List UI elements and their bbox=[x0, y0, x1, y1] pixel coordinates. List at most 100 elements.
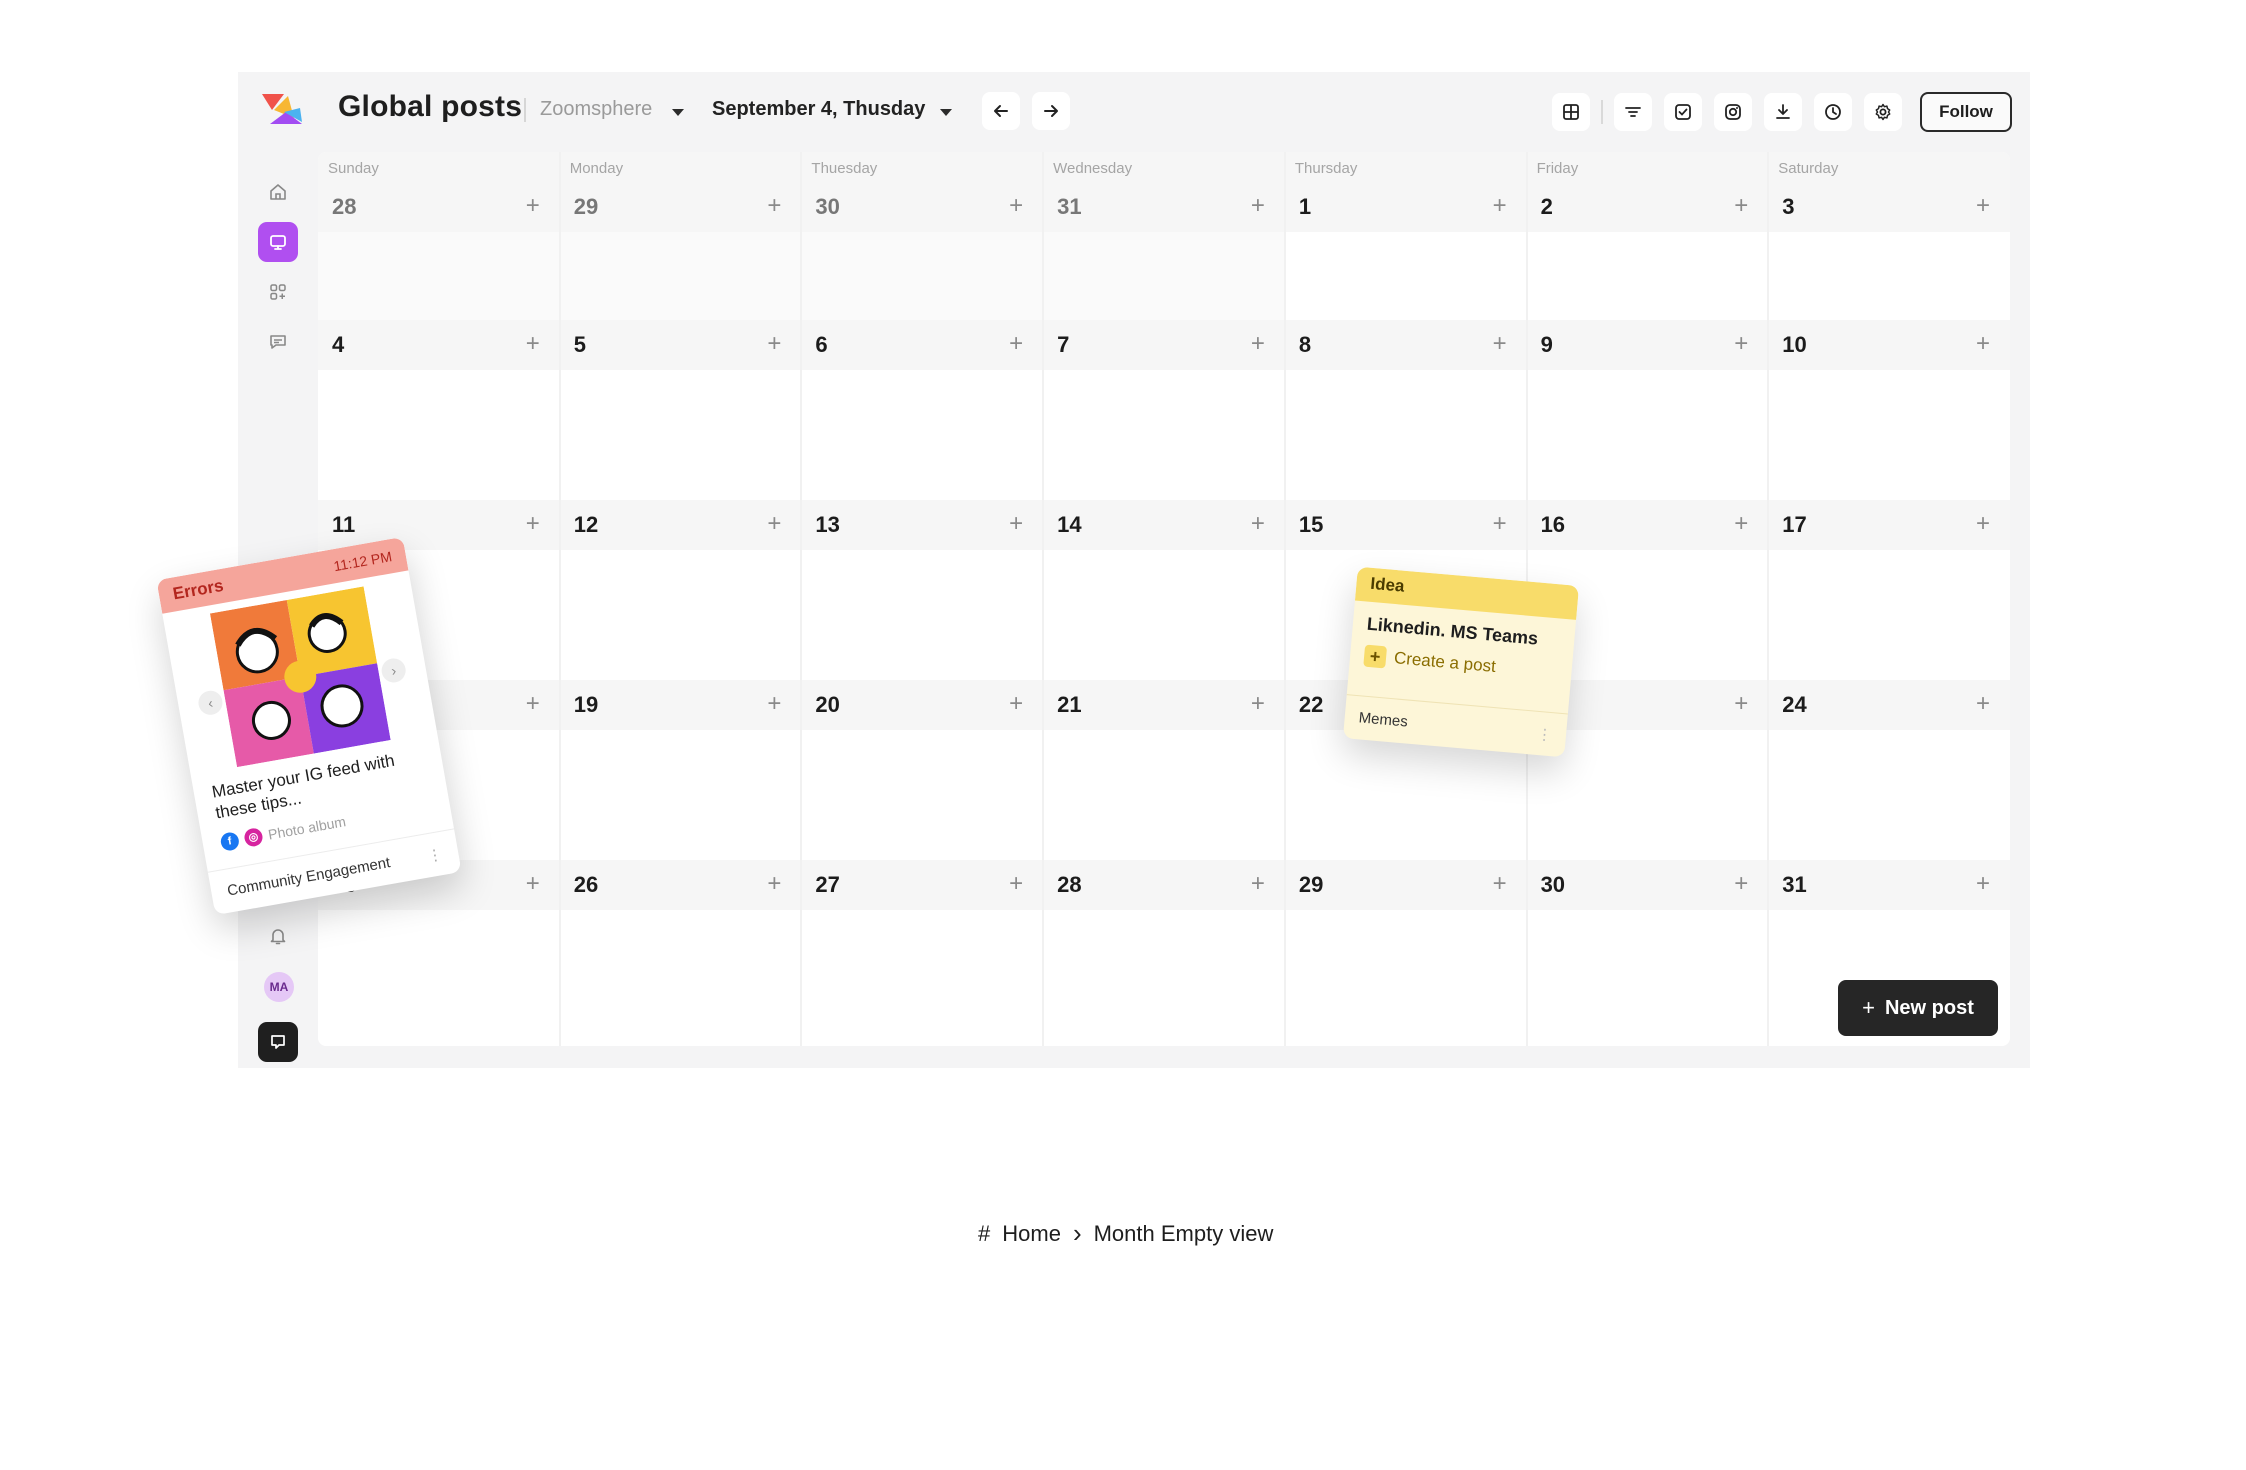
history-button[interactable] bbox=[1814, 93, 1852, 131]
new-post-button[interactable]: + New post bbox=[1838, 980, 1998, 1036]
add-post-icon[interactable]: + bbox=[1976, 512, 1990, 536]
add-post-icon[interactable]: + bbox=[1493, 332, 1507, 356]
day-number[interactable]: 30 bbox=[1541, 872, 1565, 898]
chat-bubble-icon bbox=[271, 1035, 285, 1049]
add-post-icon[interactable]: + bbox=[767, 872, 781, 896]
day-number[interactable]: 15 bbox=[1299, 512, 1323, 538]
grid-view-button[interactable] bbox=[1552, 93, 1590, 131]
add-post-icon[interactable]: + bbox=[1009, 194, 1023, 218]
prev-button[interactable] bbox=[982, 92, 1020, 130]
add-post-icon[interactable]: + bbox=[767, 332, 781, 356]
download-button[interactable] bbox=[1764, 93, 1802, 131]
add-post-icon[interactable]: + bbox=[1251, 872, 1265, 896]
day-number[interactable]: 20 bbox=[815, 692, 839, 718]
arrow-left-icon bbox=[994, 105, 1008, 117]
day-number[interactable]: 31 bbox=[1782, 872, 1806, 898]
more-options-icon[interactable]: ⋮ bbox=[426, 844, 444, 864]
day-number[interactable]: 7 bbox=[1057, 332, 1069, 358]
day-number[interactable]: 13 bbox=[815, 512, 839, 538]
sidebar-item-apps[interactable] bbox=[258, 272, 298, 312]
toolbar-divider bbox=[1601, 100, 1603, 124]
add-post-icon[interactable]: + bbox=[1976, 194, 1990, 218]
add-post-icon[interactable]: + bbox=[1493, 872, 1507, 896]
day-number[interactable]: 22 bbox=[1299, 692, 1323, 718]
day-number[interactable]: 21 bbox=[1057, 692, 1081, 718]
add-post-icon[interactable]: + bbox=[1009, 332, 1023, 356]
add-post-icon[interactable]: + bbox=[1251, 512, 1265, 536]
day-number[interactable]: 12 bbox=[574, 512, 598, 538]
add-post-icon[interactable]: + bbox=[1976, 332, 1990, 356]
sidebar-item-publisher[interactable] bbox=[258, 222, 298, 262]
day-number[interactable]: 2 bbox=[1541, 194, 1553, 220]
add-post-icon[interactable]: + bbox=[767, 194, 781, 218]
day-number[interactable]: 24 bbox=[1782, 692, 1806, 718]
day-number[interactable]: 9 bbox=[1541, 332, 1553, 358]
add-post-icon[interactable]: + bbox=[1734, 332, 1748, 356]
support-chat-button[interactable] bbox=[258, 1022, 298, 1062]
instagram-icon: ◎ bbox=[242, 826, 264, 848]
add-post-icon[interactable]: + bbox=[1251, 194, 1265, 218]
idea-card[interactable]: Idea Liknedin. MS Teams + Create a post … bbox=[1342, 566, 1580, 758]
sidebar-item-chat[interactable] bbox=[258, 322, 298, 362]
day-number[interactable]: 3 bbox=[1782, 194, 1794, 220]
day-number[interactable]: 10 bbox=[1782, 332, 1806, 358]
day-number[interactable]: 1 bbox=[1299, 194, 1311, 220]
day-number[interactable]: 29 bbox=[574, 194, 598, 220]
approval-button[interactable] bbox=[1664, 93, 1702, 131]
add-post-icon[interactable]: + bbox=[1009, 692, 1023, 716]
day-number[interactable]: 11 bbox=[332, 512, 355, 538]
workspace-selector[interactable]: Zoomsphere bbox=[540, 98, 652, 121]
add-post-icon[interactable]: + bbox=[526, 194, 540, 218]
next-button[interactable] bbox=[1032, 92, 1070, 130]
add-post-icon[interactable]: + bbox=[1734, 194, 1748, 218]
add-post-icon[interactable]: + bbox=[1734, 872, 1748, 896]
carousel-prev-button[interactable]: ‹ bbox=[196, 688, 225, 717]
follow-button[interactable]: Follow bbox=[1920, 92, 2012, 132]
instagram-button[interactable] bbox=[1714, 93, 1752, 131]
notifications-button[interactable] bbox=[258, 916, 298, 956]
add-post-icon[interactable]: + bbox=[526, 872, 540, 896]
arrow-right-icon bbox=[1044, 105, 1058, 117]
add-post-icon[interactable]: + bbox=[526, 512, 540, 536]
workspace-caret-icon[interactable] bbox=[672, 109, 684, 116]
zoomsphere-logo bbox=[262, 94, 302, 124]
day-number[interactable]: 17 bbox=[1782, 512, 1806, 538]
date-caret-icon[interactable] bbox=[940, 109, 952, 116]
date-selector[interactable]: September 4, Thusday bbox=[712, 98, 925, 121]
sidebar-item-home[interactable] bbox=[258, 172, 298, 212]
day-number[interactable]: 27 bbox=[815, 872, 839, 898]
day-number[interactable]: 16 bbox=[1541, 512, 1565, 538]
avatar[interactable]: MA bbox=[264, 972, 294, 1002]
day-number[interactable]: 6 bbox=[815, 332, 827, 358]
day-number[interactable]: 28 bbox=[1057, 872, 1081, 898]
carousel-next-button[interactable]: › bbox=[379, 656, 408, 685]
add-post-icon[interactable]: + bbox=[1493, 512, 1507, 536]
day-number[interactable]: 26 bbox=[574, 872, 598, 898]
add-post-icon[interactable]: + bbox=[1734, 512, 1748, 536]
day-number[interactable]: 8 bbox=[1299, 332, 1311, 358]
add-post-icon[interactable]: + bbox=[1251, 332, 1265, 356]
day-number[interactable]: 31 bbox=[1057, 194, 1081, 220]
settings-button[interactable] bbox=[1864, 93, 1902, 131]
day-number[interactable]: 29 bbox=[1299, 872, 1323, 898]
add-post-icon[interactable]: + bbox=[767, 692, 781, 716]
add-post-icon[interactable]: + bbox=[526, 692, 540, 716]
add-post-icon[interactable]: + bbox=[1976, 692, 1990, 716]
filter-button[interactable] bbox=[1614, 93, 1652, 131]
add-post-icon[interactable]: + bbox=[1976, 872, 1990, 896]
breadcrumb-home[interactable]: Home bbox=[1002, 1221, 1061, 1247]
add-post-icon[interactable]: + bbox=[1009, 872, 1023, 896]
add-post-icon[interactable]: + bbox=[526, 332, 540, 356]
add-post-icon[interactable]: + bbox=[1251, 692, 1265, 716]
day-number[interactable]: 14 bbox=[1057, 512, 1081, 538]
add-post-icon[interactable]: + bbox=[1009, 512, 1023, 536]
add-post-icon[interactable]: + bbox=[1493, 194, 1507, 218]
day-number[interactable]: 30 bbox=[815, 194, 839, 220]
day-number[interactable]: 19 bbox=[574, 692, 598, 718]
add-post-icon[interactable]: + bbox=[1734, 692, 1748, 716]
add-post-icon[interactable]: + bbox=[767, 512, 781, 536]
day-number[interactable]: 4 bbox=[332, 332, 344, 358]
day-number[interactable]: 28 bbox=[332, 194, 356, 220]
more-options-icon[interactable]: ⋮ bbox=[1536, 724, 1553, 743]
day-number[interactable]: 5 bbox=[574, 332, 586, 358]
